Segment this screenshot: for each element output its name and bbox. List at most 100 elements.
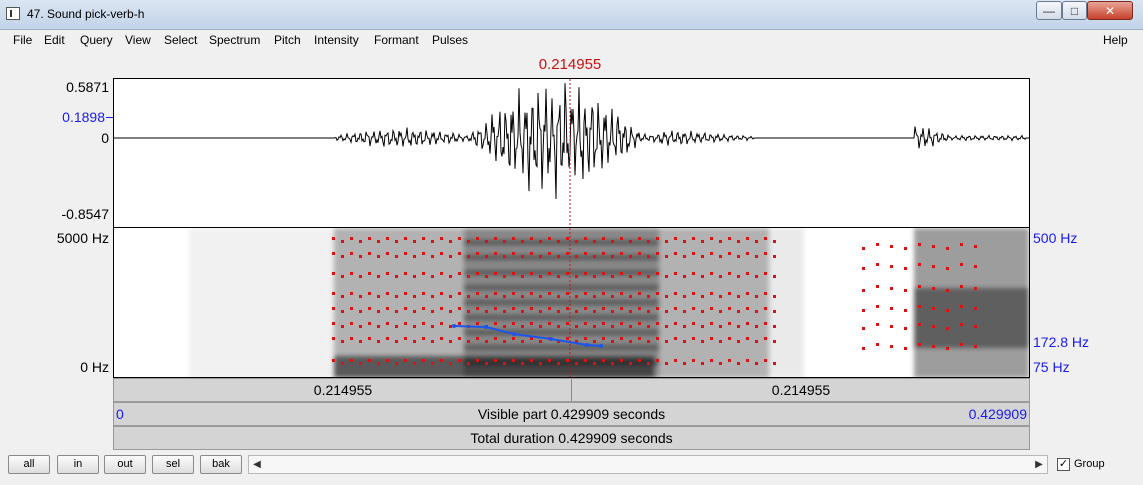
menu-spectrum[interactable]: Spectrum — [209, 33, 260, 47]
formant-dot — [530, 322, 533, 325]
formant-dot — [728, 359, 731, 362]
formant-dot — [548, 272, 551, 275]
menu-file[interactable]: File — [13, 33, 32, 47]
formant-dot — [449, 325, 452, 328]
right-segment-time[interactable]: 0.214955 — [572, 379, 1030, 401]
menu-query[interactable]: Query — [80, 33, 113, 47]
formant-dot — [566, 237, 569, 240]
formant-dot — [521, 275, 524, 278]
pitch-bottom-label: 75 Hz — [1033, 359, 1070, 375]
menu-pitch[interactable]: Pitch — [274, 33, 301, 47]
formant-dot — [602, 252, 605, 255]
formant-dot — [467, 255, 470, 258]
formant-dot — [876, 285, 879, 288]
formant-dot — [602, 322, 605, 325]
formant-dot — [656, 292, 659, 295]
maximize-button[interactable]: □ — [1062, 1, 1087, 20]
formant-dot — [350, 292, 353, 295]
formant-dot — [737, 340, 740, 343]
waveform-signal — [114, 83, 1029, 200]
menu-select[interactable]: Select — [164, 33, 197, 47]
formant-dot — [512, 307, 515, 310]
formant-dot — [539, 340, 542, 343]
waveform-cursor-tick — [106, 117, 113, 118]
waveform-panel[interactable] — [113, 78, 1030, 228]
formant-dot — [413, 295, 416, 298]
formant-dot — [710, 337, 713, 340]
formant-dot — [692, 272, 695, 275]
formant-dot — [683, 295, 686, 298]
selection-time-bar[interactable]: 0.214955 0.214955 — [113, 378, 1030, 402]
formant-dot — [386, 322, 389, 325]
spectrogram-panel[interactable] — [113, 228, 1030, 378]
zoom-selection-button[interactable]: sel — [152, 455, 194, 474]
scroll-left-icon[interactable]: ◀ — [249, 456, 265, 473]
menu-intensity[interactable]: Intensity — [314, 33, 359, 47]
formant-dot — [932, 245, 935, 248]
formant-dot — [458, 359, 461, 362]
formant-dot — [521, 362, 524, 365]
visible-part-label: Visible part 0.429909 seconds — [477, 406, 666, 422]
formant-dot — [449, 275, 452, 278]
formant-dot — [904, 247, 907, 250]
formant-dot — [548, 322, 551, 325]
formant-dot — [404, 252, 407, 255]
formant-dot — [737, 325, 740, 328]
zoom-all-button[interactable]: all — [8, 455, 50, 474]
menu-formant[interactable]: Formant — [374, 33, 419, 47]
menu-pulses[interactable]: Pulses — [432, 33, 468, 47]
formant-dot — [458, 237, 461, 240]
formant-dot — [904, 289, 907, 292]
formant-dot — [773, 340, 776, 343]
formant-dot — [773, 325, 776, 328]
formant-dot — [395, 340, 398, 343]
formant-dot — [431, 325, 434, 328]
formant-dot — [584, 237, 587, 240]
formant-dot — [701, 275, 704, 278]
pitch-point — [585, 343, 589, 347]
formant-dot — [728, 292, 731, 295]
minimize-button[interactable]: — — [1036, 1, 1062, 20]
formant-dot — [530, 359, 533, 362]
formant-dot — [656, 252, 659, 255]
menu-edit[interactable]: Edit — [44, 33, 65, 47]
formant-dot — [773, 362, 776, 365]
visible-part-bar[interactable]: 0 Visible part 0.429909 seconds 0.429909 — [113, 402, 1030, 426]
formant-dot — [368, 337, 371, 340]
menu-view[interactable]: View — [125, 33, 151, 47]
spectrogram-burst — [914, 288, 1029, 348]
horizontal-scrollbar[interactable]: ◀ ▶ — [248, 455, 1048, 474]
spectrogram-band — [334, 228, 464, 377]
formant-dot — [422, 337, 425, 340]
zoom-back-button[interactable]: bak — [200, 455, 242, 474]
group-checkbox[interactable]: ✓ — [1057, 458, 1070, 471]
formant-dot — [575, 310, 578, 313]
formant-dot — [548, 359, 551, 362]
formant-dot — [431, 275, 434, 278]
left-segment-time[interactable]: 0.214955 — [114, 379, 572, 401]
formant-dot — [737, 295, 740, 298]
formant-dot — [395, 275, 398, 278]
formant-dot — [341, 325, 344, 328]
menu-help[interactable]: Help — [1103, 33, 1128, 47]
formant-dot — [773, 255, 776, 258]
formant-dot — [440, 237, 443, 240]
formant-dot — [440, 307, 443, 310]
zoom-in-button[interactable]: in — [57, 455, 99, 474]
formant-dot — [638, 237, 641, 240]
total-duration-bar[interactable]: Total duration 0.429909 seconds — [113, 426, 1030, 450]
zoom-out-button[interactable]: out — [104, 455, 146, 474]
formant-dot — [946, 309, 949, 312]
formant-dot — [960, 305, 963, 308]
formant-dot — [665, 362, 668, 365]
formant-dot — [404, 359, 407, 362]
formant-dot — [503, 362, 506, 365]
close-button[interactable]: ✕ — [1087, 1, 1133, 20]
scroll-right-icon[interactable]: ▶ — [1031, 456, 1047, 473]
formant-dot — [341, 295, 344, 298]
formant-dot — [876, 243, 879, 246]
formant-dot — [539, 362, 542, 365]
formant-dot — [557, 310, 560, 313]
formant-dot — [773, 310, 776, 313]
formant-dot — [386, 237, 389, 240]
